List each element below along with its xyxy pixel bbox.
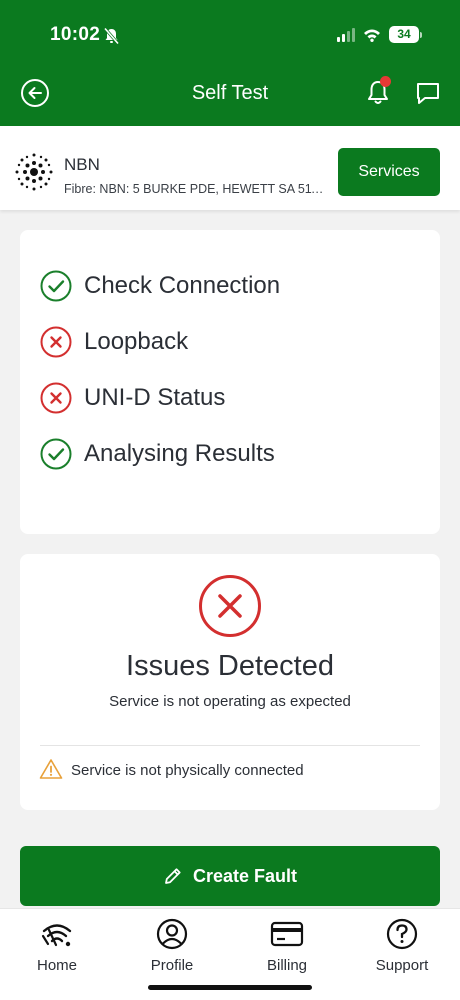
x-circle-icon (40, 382, 72, 414)
create-fault-label: Create Fault (192, 865, 298, 886)
check-circle-icon (40, 438, 72, 470)
services-button[interactable]: Services (338, 148, 440, 196)
warning-message: Service is not physically connected (71, 762, 304, 779)
test-step-label: UNI-D Status (84, 384, 226, 411)
error-circle-icon (199, 575, 261, 637)
result-title: Issues Detected (126, 650, 334, 682)
chat-icon[interactable] (414, 79, 442, 107)
test-step-row: Analysing Results (40, 438, 275, 470)
battery-level: 34 (389, 26, 419, 43)
tab-home-label: Home (36, 957, 77, 974)
check-circle-icon (40, 270, 72, 302)
status-indicators: 34 (337, 26, 422, 43)
x-circle-icon (40, 326, 72, 358)
tab-support-label: Support (375, 957, 429, 974)
pencil-icon (165, 868, 181, 884)
cellular-signal-icon (337, 27, 355, 42)
battery-icon: 34 (389, 26, 422, 43)
tab-profile[interactable]: Profile (127, 917, 217, 974)
app-header: 10:02 34 Self Test (0, 0, 460, 126)
tab-support[interactable]: Support (357, 917, 447, 974)
home-wifi-icon (41, 924, 72, 947)
test-step-row: Loopback (40, 326, 188, 358)
home-indicator (148, 985, 312, 990)
result-subtitle: Service is not operating as expected (109, 693, 351, 710)
service-address: Fibre: NBN: 5 BURKE PDE, HEWETT SA 5118 (64, 182, 324, 196)
service-name: NBN (64, 155, 100, 174)
silent-bell-icon (103, 27, 120, 45)
wifi-icon (364, 29, 380, 42)
tab-billing[interactable]: Billing (242, 917, 332, 974)
profile-icon (156, 918, 188, 950)
nbn-logo-icon (15, 153, 53, 191)
test-step-label: Analysing Results (84, 440, 275, 467)
create-fault-button[interactable]: Create Fault (20, 846, 440, 906)
divider (40, 745, 420, 746)
test-step-label: Check Connection (84, 272, 281, 299)
notification-dot (380, 76, 391, 87)
warning-icon (39, 759, 63, 779)
help-icon (386, 918, 418, 950)
tab-home[interactable]: Home (12, 917, 102, 974)
test-step-row: UNI-D Status (40, 382, 225, 414)
test-step-row: Check Connection (40, 270, 280, 302)
tab-profile-label: Profile (150, 957, 194, 974)
credit-card-icon (270, 921, 304, 947)
status-time: 10:02 (50, 24, 101, 45)
test-step-label: Loopback (84, 328, 189, 355)
tab-billing-label: Billing (266, 957, 308, 974)
